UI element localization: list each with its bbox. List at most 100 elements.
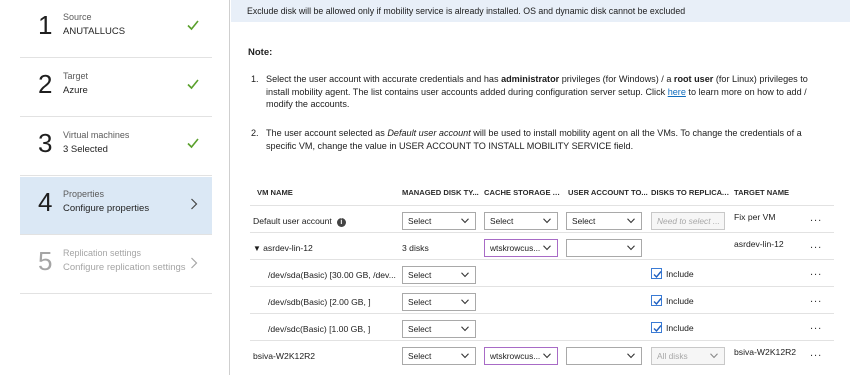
step-subtitle: Configure replication settings <box>63 262 186 273</box>
vm-name[interactable]: ▼ asrdev-lin-12 <box>253 243 313 253</box>
checkmark-icon <box>653 298 662 306</box>
include-checkbox[interactable] <box>651 295 662 306</box>
more-actions-button[interactable]: ... <box>810 320 822 332</box>
select-value: wtskrowcus... <box>490 243 541 253</box>
step-target[interactable]: 2 Target Azure <box>20 59 212 117</box>
select-value: Select <box>490 216 514 226</box>
chevron-down-icon <box>543 245 551 251</box>
table-row-disk: /dev/sdb(Basic) [2.00 GB, ] Select Inclu… <box>250 286 834 313</box>
select-value: Need to select ... <box>657 216 720 226</box>
chevron-down-icon <box>627 245 635 251</box>
chevron-down-icon <box>543 353 551 359</box>
disks-to-replicate-select[interactable]: All disks <box>651 347 725 365</box>
step-title: Source <box>63 12 92 22</box>
step-number: 1 <box>38 10 53 40</box>
table-row-vm: ▼ asrdev-lin-12 3 disks wtskrowcus... as… <box>250 232 834 259</box>
properties-pane: Exclude disk will be allowed only if mob… <box>231 0 850 375</box>
step-subtitle: 3 Selected <box>63 144 108 155</box>
step-title: Properties <box>63 189 105 199</box>
info-icon[interactable]: i <box>336 218 346 227</box>
step-number: 2 <box>38 69 53 99</box>
step-virtual-machines[interactable]: 3 Virtual machines 3 Selected <box>20 118 212 176</box>
step-title: Target <box>63 71 89 81</box>
table-row-disk: /dev/sdc(Basic) [1.00 GB, ] Select Inclu… <box>250 313 834 340</box>
step-replication-settings[interactable]: 5 Replication settings Configure replica… <box>20 236 212 294</box>
note-text-part: Select the user account with accurate cr… <box>266 74 502 84</box>
note-italic-default-account: Default user account <box>387 128 471 138</box>
chevron-right-icon <box>191 257 198 269</box>
managed-disk-select[interactable]: Select <box>402 266 476 284</box>
note-number: 1. <box>251 74 259 84</box>
vm-name: bsiva-W2K12R2 <box>253 351 316 361</box>
include-checkbox[interactable] <box>651 268 662 279</box>
cache-storage-select[interactable]: wtskrowcus... <box>484 347 558 365</box>
info-banner: Exclude disk will be allowed only if mob… <box>231 0 850 22</box>
cache-storage-select[interactable]: wtskrowcus... <box>484 239 558 257</box>
step-subtitle: Azure <box>63 85 88 96</box>
disk-name: /dev/sdb(Basic) [2.00 GB, ] <box>268 297 371 307</box>
table-row-vm: bsiva-W2K12R2 Select wtskrowcus... All d… <box>250 340 834 367</box>
checkmark-icon <box>187 138 199 149</box>
table-row-default: Default user account i Select Select Sele… <box>250 205 834 232</box>
chevron-right-icon <box>191 198 198 210</box>
checkmark-icon <box>187 20 199 31</box>
more-actions-button[interactable]: ... <box>810 293 822 305</box>
managed-disk-value: 3 disks <box>402 243 429 253</box>
table-row-disk: /dev/sda(Basic) [30.00 GB, /dev... Selec… <box>250 259 834 286</box>
include-label: Include <box>666 296 694 306</box>
more-actions-button[interactable]: ... <box>810 266 822 278</box>
disk-name: /dev/sdc(Basic) [1.00 GB, ] <box>268 324 371 334</box>
chevron-down-icon <box>627 353 635 359</box>
managed-disk-select[interactable]: Select <box>402 320 476 338</box>
select-value: Select <box>408 270 432 280</box>
learn-more-link[interactable]: here <box>668 87 686 97</box>
step-title: Replication settings <box>63 248 142 258</box>
select-value: Select <box>408 297 432 307</box>
checkmark-icon <box>187 79 199 90</box>
chevron-down-icon <box>461 272 469 278</box>
chevron-down-icon <box>627 218 635 224</box>
select-value: All disks <box>657 351 688 361</box>
step-properties[interactable]: 4 Properties Configure properties <box>20 177 212 235</box>
row-label: Default user account i <box>253 216 346 227</box>
note-text: The user account selected as Default use… <box>266 127 831 152</box>
include-checkbox[interactable] <box>651 322 662 333</box>
step-number: 4 <box>38 187 53 217</box>
managed-disk-select[interactable]: Select <box>402 212 476 230</box>
expand-triangle-icon[interactable]: ▼ <box>253 244 263 253</box>
note-text: Select the user account with accurate cr… <box>266 73 831 111</box>
user-account-select[interactable] <box>566 347 642 365</box>
chevron-down-icon <box>461 299 469 305</box>
managed-disk-select[interactable]: Select <box>402 293 476 311</box>
include-label: Include <box>666 269 694 279</box>
disk-name: /dev/sda(Basic) [30.00 GB, /dev... <box>268 270 396 280</box>
step-subtitle: Configure properties <box>63 203 150 214</box>
more-actions-button[interactable]: ... <box>810 212 822 224</box>
user-account-select[interactable]: Select <box>566 212 642 230</box>
include-label: Include <box>666 323 694 333</box>
note-bold-root-user: root user <box>673 74 714 84</box>
note-title: Note: <box>248 47 273 58</box>
target-name: Fix per VM <box>734 212 776 222</box>
step-number: 5 <box>38 246 53 276</box>
note-text-part: The user account selected as <box>266 128 388 138</box>
app-window: 1 Source ANUTALLUCS 2 Target Azure 3 Vir… <box>0 0 850 375</box>
managed-disk-select[interactable]: Select <box>402 347 476 365</box>
step-number: 3 <box>38 128 53 158</box>
checkmark-icon <box>653 325 662 333</box>
select-value: Select <box>408 324 432 334</box>
target-name: bsiva-W2K12R2 <box>734 347 797 357</box>
user-account-select[interactable] <box>566 239 642 257</box>
note-bold-administrator: administrator <box>501 74 560 84</box>
select-value: Select <box>408 216 432 226</box>
more-actions-button[interactable]: ... <box>810 239 822 251</box>
chevron-down-icon <box>710 353 718 359</box>
default-account-label: Default user account <box>253 216 332 226</box>
more-actions-button[interactable]: ... <box>810 347 822 359</box>
cache-storage-select[interactable]: Select <box>484 212 558 230</box>
chevron-down-icon <box>543 218 551 224</box>
chevron-down-icon <box>461 218 469 224</box>
note-text-part: privileges (for Windows) / a <box>559 74 674 84</box>
select-value: Select <box>408 351 432 361</box>
step-source[interactable]: 1 Source ANUTALLUCS <box>20 0 212 58</box>
